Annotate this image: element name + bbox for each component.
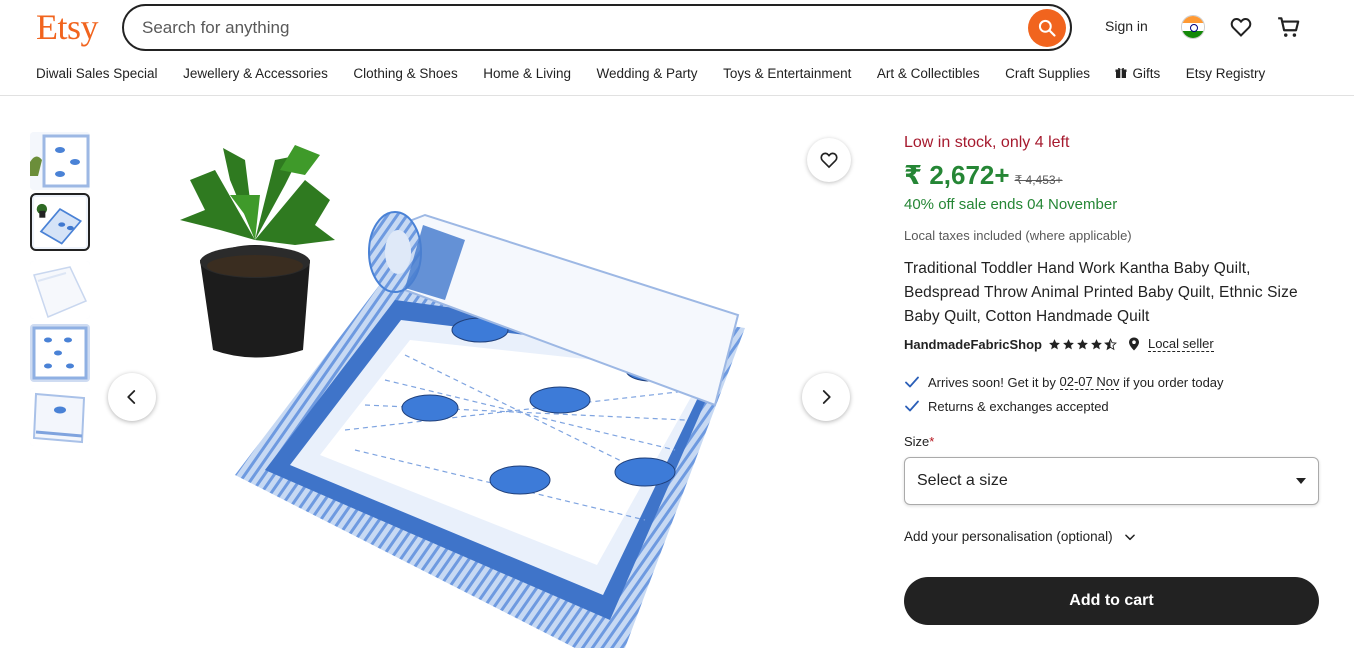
chevron-down-icon <box>1124 533 1135 540</box>
cart-icon[interactable] <box>1276 14 1302 40</box>
next-image-button[interactable] <box>802 373 850 421</box>
price-row: ₹ 2,672+ ₹ 4,453+ <box>904 160 1063 191</box>
search-input[interactable] <box>142 16 1002 40</box>
size-select[interactable]: Select a size <box>904 457 1319 505</box>
sale-price: ₹ 2,672+ <box>904 160 1010 190</box>
heart-icon <box>820 152 838 169</box>
thumbnail-5[interactable] <box>30 388 90 446</box>
search-button[interactable] <box>1028 9 1066 47</box>
stock-notice: Low in stock, only 4 left <box>904 134 1070 151</box>
shop-row: HandmadeFabricShop Local seller <box>904 336 1214 352</box>
previous-image-button[interactable] <box>108 373 156 421</box>
category-home[interactable]: Home & Living <box>483 63 571 83</box>
sign-in-link[interactable]: Sign in <box>1105 18 1148 34</box>
returns-text: Returns & exchanges accepted <box>928 398 1109 414</box>
shop-name-link[interactable]: HandmadeFabricShop <box>904 337 1042 352</box>
category-registry[interactable]: Etsy Registry <box>1186 63 1266 83</box>
category-diwali[interactable]: Diwali Sales Special <box>36 63 158 83</box>
category-nav: Diwali Sales Special Jewellery & Accesso… <box>36 63 1291 83</box>
arrival-suffix: if you order today <box>1119 374 1224 390</box>
thumbnail-3[interactable] <box>30 261 90 319</box>
favorites-heart-icon[interactable] <box>1229 15 1253 39</box>
checkmark-icon <box>905 376 919 388</box>
star-icon <box>1049 338 1060 349</box>
category-gifts-label: Gifts <box>1132 65 1161 81</box>
personalisation-toggle[interactable]: Add your personalisation (optional) <box>904 529 1137 544</box>
category-craft[interactable]: Craft Supplies <box>1005 63 1090 83</box>
add-to-cart-button[interactable]: Add to cart <box>904 577 1319 625</box>
category-clothing[interactable]: Clothing & Shoes <box>353 63 457 83</box>
site-header: Etsy Sign in Diwali Sales Special Jewell… <box>0 0 1354 96</box>
gift-icon <box>1115 67 1127 79</box>
category-art[interactable]: Art & Collectibles <box>877 63 980 83</box>
local-seller-link[interactable]: Local seller <box>1147 336 1214 352</box>
checkmark-icon <box>905 400 919 412</box>
search-icon <box>1038 19 1056 37</box>
thumbnail-4[interactable] <box>30 324 90 382</box>
arrival-prefix: Arrives soon! Get it by <box>928 374 1060 390</box>
rating-stars[interactable] <box>1048 337 1118 351</box>
category-wedding[interactable]: Wedding & Party <box>597 63 698 83</box>
size-label-text: Size <box>904 434 930 449</box>
size-label: Size* <box>904 434 934 449</box>
thumbnail-2-selected[interactable] <box>30 193 90 251</box>
size-select-value: Select a size <box>917 472 1008 489</box>
returns-row: Returns & exchanges accepted <box>904 398 1109 414</box>
thumbnail-1[interactable] <box>30 132 90 190</box>
location-pin-icon <box>1128 337 1139 351</box>
category-gifts[interactable]: Gifts <box>1115 63 1160 83</box>
dropdown-caret-icon <box>1296 478 1306 484</box>
required-mark: * <box>929 434 935 449</box>
chevron-right-icon <box>822 390 831 404</box>
star-icon <box>1063 338 1074 349</box>
personalisation-label: Add your personalisation (optional) <box>904 529 1113 544</box>
arrival-row: Arrives soon! Get it by 02-07 Nov if you… <box>904 374 1224 390</box>
star-icon <box>1091 338 1102 349</box>
category-jewellery[interactable]: Jewellery & Accessories <box>183 63 328 83</box>
search-bar[interactable] <box>122 4 1072 51</box>
star-icon <box>1077 338 1088 349</box>
chevron-left-icon <box>127 390 136 404</box>
sale-notice: 40% off sale ends 04 November <box>904 196 1118 213</box>
taxes-note: Local taxes included (where applicable) <box>904 228 1132 243</box>
original-price: ₹ 4,453+ <box>1014 173 1063 187</box>
etsy-logo[interactable]: Etsy <box>36 6 99 48</box>
main-product-image <box>180 145 745 648</box>
india-flag-icon[interactable] <box>1181 15 1205 39</box>
product-title: Traditional Toddler Hand Work Kantha Bab… <box>904 260 1298 325</box>
category-toys[interactable]: Toys & Entertainment <box>723 63 851 83</box>
arrival-dates-link[interactable]: 02-07 Nov <box>1059 374 1120 390</box>
favorite-button[interactable] <box>807 138 851 182</box>
half-star-icon <box>1104 337 1117 350</box>
